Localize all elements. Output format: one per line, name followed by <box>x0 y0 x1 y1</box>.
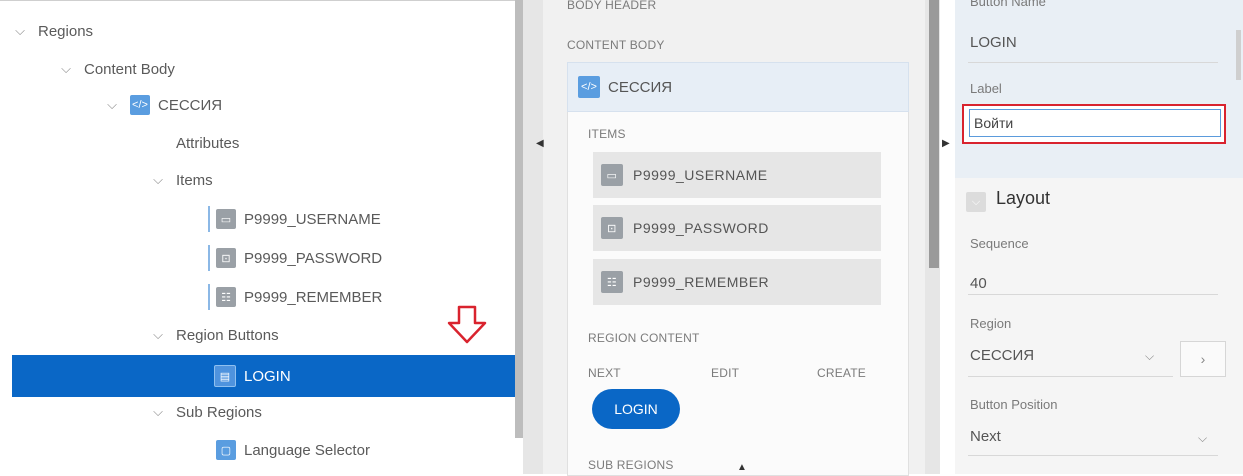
collapse-left-icon[interactable]: ◀ <box>536 138 544 149</box>
layout-item-username[interactable]: ▭ P9999_USERNAME <box>593 152 881 198</box>
chevron-down-icon[interactable]: ⌵ <box>150 327 166 343</box>
divider <box>968 455 1218 456</box>
layout-section-title[interactable]: Layout <box>996 188 1050 209</box>
label-input[interactable]: Войти <box>969 109 1221 137</box>
tree-node-sub-regions[interactable]: ⌵ Sub Regions <box>150 399 262 425</box>
checkbox-field-icon: ☷ <box>216 287 236 307</box>
button-position-value[interactable]: Next <box>970 428 1001 445</box>
tree-node-label: P9999_REMEMBER <box>244 288 383 306</box>
sub-regions-caption: SUB REGIONS <box>588 458 674 472</box>
chevron-down-icon[interactable]: ⌵ <box>104 97 120 113</box>
property-scrollbar[interactable] <box>1236 30 1241 80</box>
button-name-value[interactable]: LOGIN <box>970 34 1017 51</box>
label-field-label: Label <box>970 81 1002 96</box>
position-next: NEXT <box>588 366 621 380</box>
code-region-icon: </> <box>130 95 150 115</box>
layout-scrollbar[interactable] <box>929 0 939 268</box>
position-edit: EDIT <box>711 366 740 380</box>
region-icon: ▢ <box>216 440 236 460</box>
tree-node-label: Region Buttons <box>176 326 279 344</box>
chevron-right-icon: › <box>1200 351 1206 367</box>
divider <box>968 376 1173 377</box>
divider <box>968 294 1218 295</box>
chevron-down-icon[interactable]: ⌵ <box>150 404 166 420</box>
sequence-value[interactable]: 40 <box>970 275 987 292</box>
tree-node-label: P9999_PASSWORD <box>244 249 383 267</box>
collapse-down-icon[interactable]: ▲ <box>737 462 747 473</box>
down-arrow-annotation-icon <box>447 305 487 344</box>
collapse-right-icon[interactable]: ▶ <box>942 138 950 149</box>
tree-scrollbar[interactable] <box>515 0 523 438</box>
chevron-down-icon[interactable]: ⌵ <box>58 61 74 77</box>
tree-node-language-selector[interactable]: ▢ Language Selector <box>216 437 370 463</box>
tree-node-regions[interactable]: ⌵ Regions <box>12 18 93 44</box>
tree-node-label: Content Body <box>84 60 175 78</box>
region-content-caption: REGION CONTENT <box>588 331 700 345</box>
tree-node-label: LOGIN <box>244 367 291 385</box>
code-region-icon: </> <box>578 76 600 98</box>
divider <box>968 62 1218 63</box>
password-field-icon: ⊡ <box>216 248 236 268</box>
items-caption: ITEMS <box>588 127 626 141</box>
tree-node-item-remember[interactable]: ☷ P9999_REMEMBER <box>208 284 382 310</box>
button-icon: ▤ <box>214 365 236 387</box>
tree-node-label: Language Selector <box>244 441 370 459</box>
tree-node-attributes[interactable]: Attributes <box>176 130 239 156</box>
session-region-header[interactable]: </> СЕССИЯ <box>567 62 909 112</box>
label-field-highlight[interactable]: Войти <box>962 104 1226 144</box>
checkbox-field-icon: ☷ <box>601 271 623 293</box>
position-create: CREATE <box>817 366 866 380</box>
tree-node-label: Attributes <box>176 134 240 152</box>
layout-item-label: P9999_PASSWORD <box>633 220 769 236</box>
go-to-region-button[interactable]: › <box>1180 341 1226 377</box>
body-header-caption: BODY HEADER <box>567 0 657 12</box>
tree-node-login[interactable]: ▤ LOGIN <box>214 363 291 389</box>
tree-node-label: Items <box>176 171 213 189</box>
chevron-down-icon[interactable]: ⌵ <box>966 192 986 212</box>
layout-item-password[interactable]: ⊡ P9999_PASSWORD <box>593 205 881 251</box>
tree-node-item-username[interactable]: ▭ P9999_USERNAME <box>208 206 381 232</box>
chevron-down-icon[interactable]: ⌵ <box>12 23 28 39</box>
tree-node-label: Sub Regions <box>176 403 262 421</box>
tree-node-item-password[interactable]: ⊡ P9999_PASSWORD <box>208 245 382 271</box>
region-label: Region <box>970 316 1012 331</box>
tree-node-label: Regions <box>38 22 94 40</box>
chevron-down-icon[interactable]: ⌵ <box>1145 349 1154 364</box>
layout-item-remember[interactable]: ☷ P9999_REMEMBER <box>593 259 881 305</box>
region-select-value[interactable]: СЕССИЯ <box>970 347 1034 364</box>
password-field-icon: ⊡ <box>601 217 623 239</box>
chevron-down-icon[interactable]: ⌵ <box>1198 431 1207 446</box>
login-button-preview[interactable]: LOGIN <box>592 389 680 429</box>
sequence-label: Sequence <box>970 236 1029 251</box>
tree-node-session-region[interactable]: ⌵ </> СЕССИЯ <box>104 92 222 118</box>
button-name-label: Button Name <box>970 0 1046 9</box>
tree-node-content-body[interactable]: ⌵ Content Body <box>58 56 175 82</box>
layout-item-label: P9999_USERNAME <box>633 167 768 183</box>
tree-node-items[interactable]: ⌵ Items <box>150 167 213 193</box>
tree-node-label: СЕССИЯ <box>158 96 223 114</box>
chevron-down-icon[interactable]: ⌵ <box>150 172 166 188</box>
content-body-caption: CONTENT BODY <box>567 38 665 52</box>
tree-node-region-buttons[interactable]: ⌵ Region Buttons <box>150 322 279 348</box>
region-title: СЕССИЯ <box>608 78 673 96</box>
text-field-icon: ▭ <box>601 164 623 186</box>
tree-node-label: P9999_USERNAME <box>244 210 381 228</box>
layout-item-label: P9999_REMEMBER <box>633 274 770 290</box>
text-field-icon: ▭ <box>216 209 236 229</box>
button-position-label: Button Position <box>970 397 1058 412</box>
